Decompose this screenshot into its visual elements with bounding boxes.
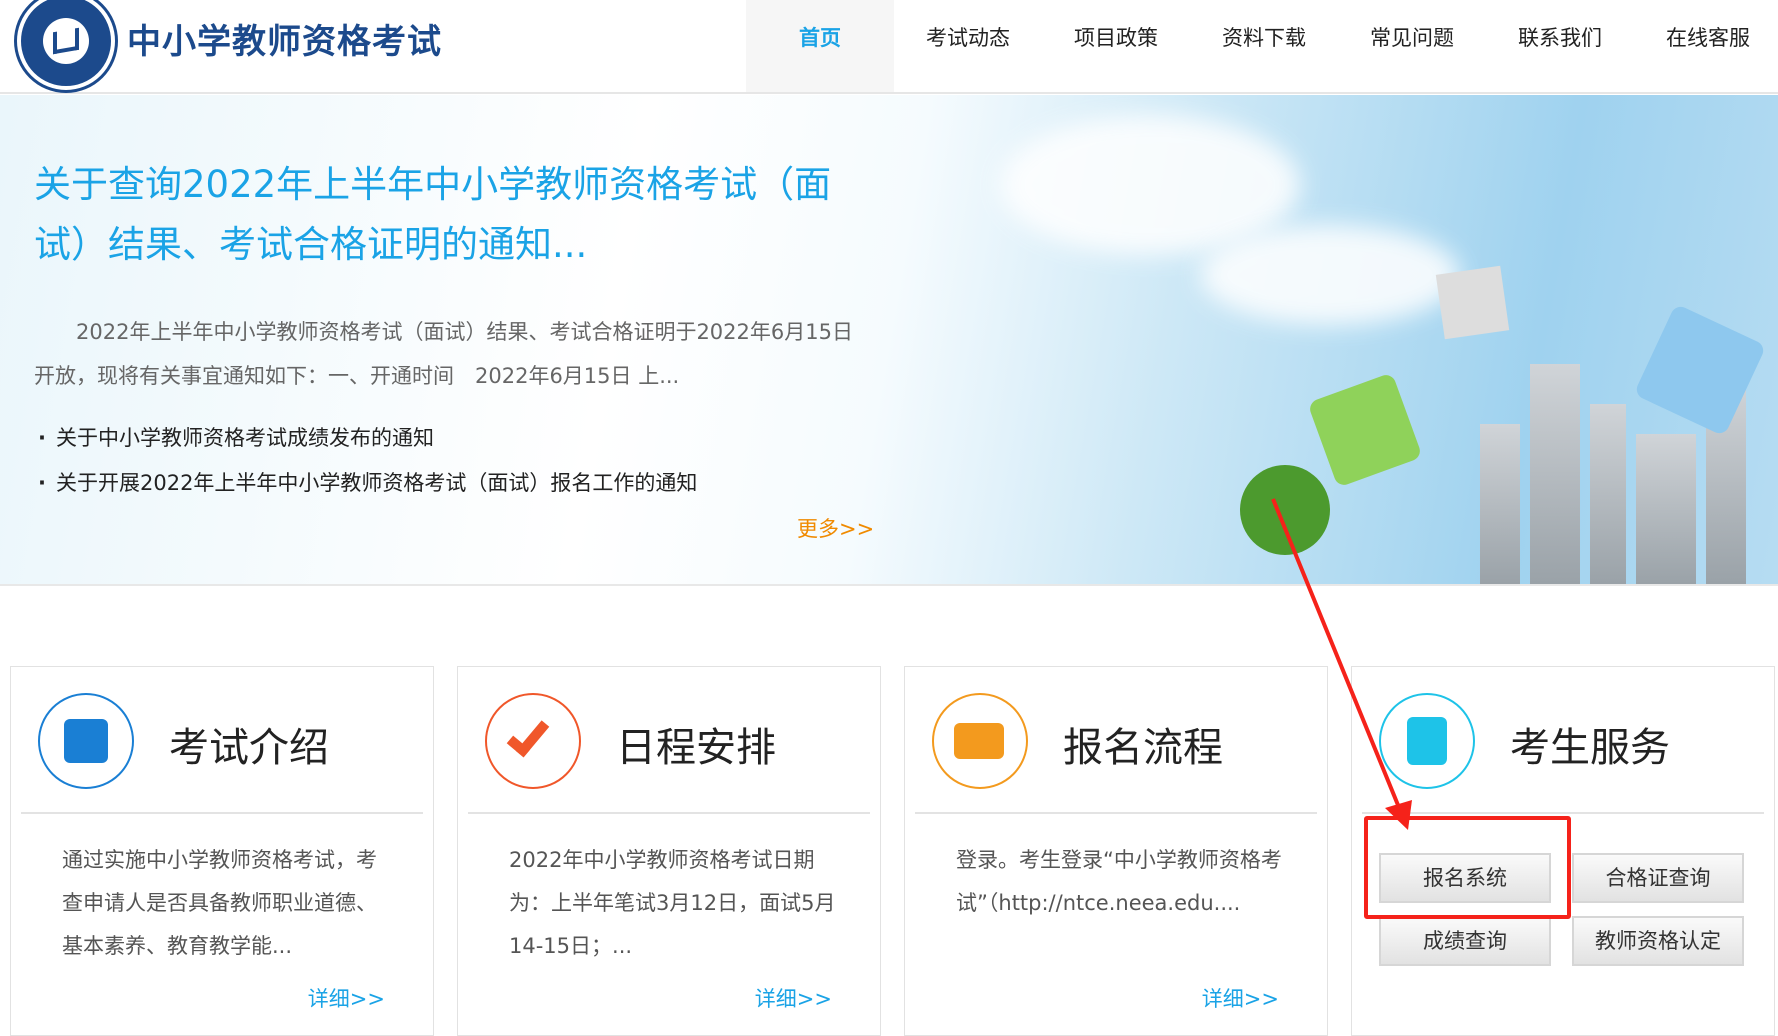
arrow-line — [1271, 498, 1402, 811]
arrow-head — [1385, 800, 1412, 830]
annotation-arrow — [1271, 498, 1412, 830]
